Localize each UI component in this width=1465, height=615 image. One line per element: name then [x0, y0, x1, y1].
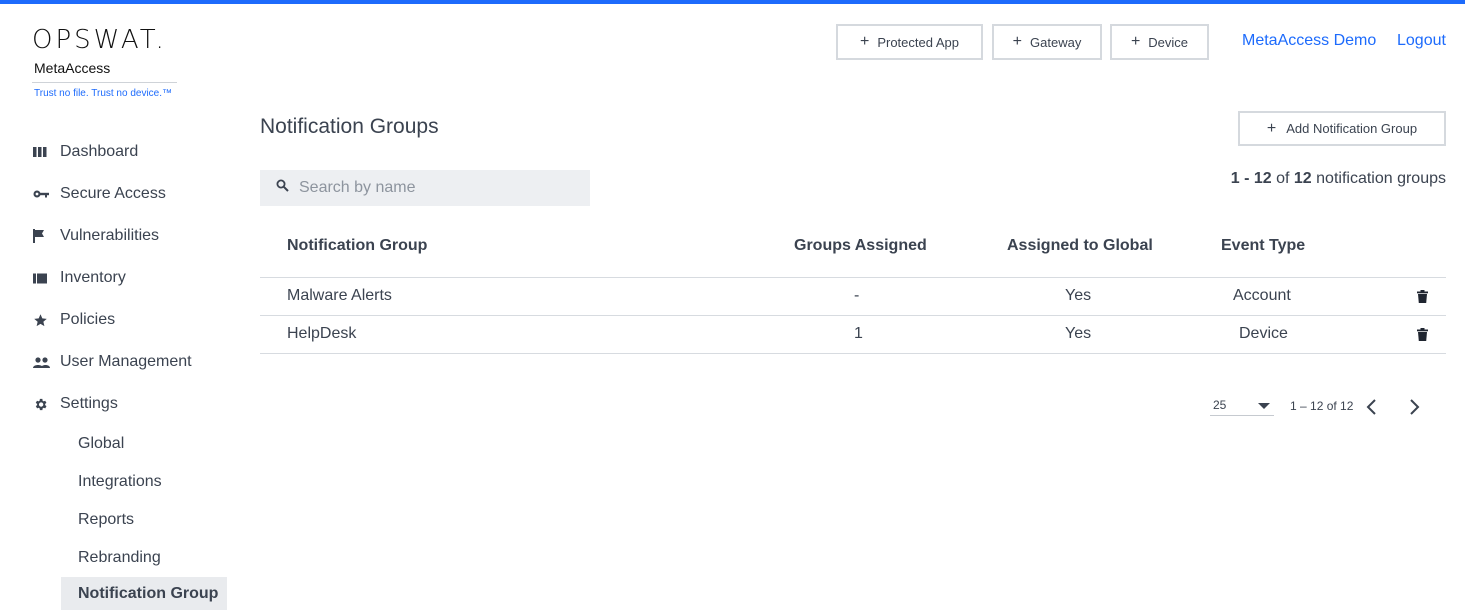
result-count: 1 - 12 of 12 notification groups: [1231, 170, 1446, 188]
logout-link[interactable]: Logout: [1397, 32, 1446, 50]
table-row[interactable]: HelpDesk 1 Yes Device: [260, 316, 1446, 354]
plus-icon: +: [859, 33, 870, 50]
cell-name[interactable]: Malware Alerts: [287, 287, 392, 305]
search-icon: [276, 179, 289, 197]
brand-logo[interactable]: OPSWAT. MetaAccess Trust no file. Trust …: [32, 26, 177, 99]
button-label: Protected App: [877, 34, 959, 50]
account-link[interactable]: MetaAccess Demo: [1242, 32, 1376, 50]
count-total: 12: [1293, 170, 1312, 187]
sidebar-item-label: Vulnerabilities: [60, 227, 160, 244]
search-input[interactable]: [299, 179, 579, 197]
button-label: Add Notification Group: [1286, 121, 1418, 136]
sidebar-item-user-management[interactable]: User Management: [28, 341, 228, 383]
sidebar-item-label: Policies: [60, 311, 116, 328]
plus-icon: +: [1012, 33, 1023, 50]
add-notification-group-button[interactable]: + Add Notification Group: [1238, 111, 1446, 146]
add-gateway-button[interactable]: + Gateway: [992, 24, 1102, 60]
logo-wordmark: OPSWAT.: [32, 25, 167, 55]
inventory-icon: [28, 273, 56, 284]
table-row[interactable]: Malware Alerts - Yes Account: [260, 278, 1446, 316]
star-icon: [28, 313, 56, 328]
delete-icon[interactable]: [1417, 328, 1428, 346]
count-range: 1 - 12: [1230, 170, 1272, 187]
people-icon: [28, 356, 56, 368]
sidebar-item-label: Secure Access: [60, 185, 166, 202]
chevron-down-icon: [1258, 403, 1270, 409]
notification-groups-table: Notification Group Groups Assigned Assig…: [260, 226, 1446, 354]
page-size-select[interactable]: 25: [1210, 396, 1274, 416]
search-box: [260, 170, 590, 206]
product-name: MetaAccess: [32, 60, 177, 83]
plus-icon: +: [1266, 119, 1277, 137]
page-title: Notification Groups: [260, 115, 439, 138]
page-size-value: 25: [1213, 398, 1227, 412]
plus-icon: +: [1130, 33, 1141, 50]
flag-icon: [28, 229, 56, 243]
cell-assigned-global: Yes: [1065, 325, 1092, 342]
count-suffix: notification groups: [1316, 170, 1446, 187]
next-page-icon[interactable]: [1409, 398, 1421, 421]
cell-name[interactable]: HelpDesk: [287, 325, 356, 343]
cell-groups-assigned: -: [854, 287, 860, 304]
count-of: of: [1276, 170, 1290, 187]
column-header-event-type[interactable]: Event Type: [1221, 237, 1305, 255]
key-icon: [28, 189, 56, 199]
sidebar-subitem-global[interactable]: Global: [28, 425, 227, 463]
sidebar-subitem-reports[interactable]: Reports: [28, 501, 227, 539]
sidebar-item-vulnerabilities[interactable]: Vulnerabilities: [28, 215, 228, 257]
pagination-range: 1 – 12 of 12: [1290, 399, 1354, 413]
sidebar-subitem-rebranding[interactable]: Rebranding: [28, 539, 227, 577]
button-label: Device: [1148, 34, 1189, 50]
sidebar-item-secure-access[interactable]: Secure Access: [28, 173, 228, 215]
column-header-assigned-to-global[interactable]: Assigned to Global: [1007, 237, 1153, 255]
cell-groups-assigned: 1: [854, 325, 863, 342]
table-header-row: Notification Group Groups Assigned Assig…: [260, 226, 1446, 278]
dashboard-icon: [28, 146, 56, 158]
sidebar-item-settings[interactable]: Settings: [28, 383, 228, 425]
column-header-notification-group[interactable]: Notification Group: [287, 237, 427, 255]
add-device-button[interactable]: + Device: [1110, 24, 1209, 60]
sidebar-item-label: User Management: [60, 353, 192, 370]
sidebar-nav: Dashboard Secure Access Vulnerabilities …: [28, 131, 228, 610]
cell-event-type: Account: [1233, 287, 1291, 304]
sidebar-subitem-notification-group[interactable]: Notification Group: [61, 577, 227, 610]
previous-page-icon[interactable]: [1365, 398, 1377, 421]
column-header-groups-assigned[interactable]: Groups Assigned: [794, 237, 927, 255]
sidebar-item-dashboard[interactable]: Dashboard: [28, 131, 228, 173]
sidebar-item-policies[interactable]: Policies: [28, 299, 228, 341]
sidebar-item-inventory[interactable]: Inventory: [28, 257, 228, 299]
cell-assigned-global: Yes: [1065, 287, 1092, 304]
delete-icon[interactable]: [1417, 290, 1428, 308]
button-label: Gateway: [1030, 34, 1082, 50]
gear-icon: [28, 397, 56, 412]
cell-event-type: Device: [1239, 325, 1288, 342]
brand-tagline: Trust no file. Trust no device.™: [34, 88, 173, 99]
add-protected-app-button[interactable]: + Protected App: [836, 24, 983, 60]
sidebar-item-label: Inventory: [60, 269, 126, 286]
top-accent-bar: [0, 0, 1465, 4]
sidebar-subitem-integrations[interactable]: Integrations: [28, 463, 227, 501]
sidebar-item-label: Settings: [60, 395, 118, 412]
sidebar-item-label: Dashboard: [60, 143, 139, 160]
